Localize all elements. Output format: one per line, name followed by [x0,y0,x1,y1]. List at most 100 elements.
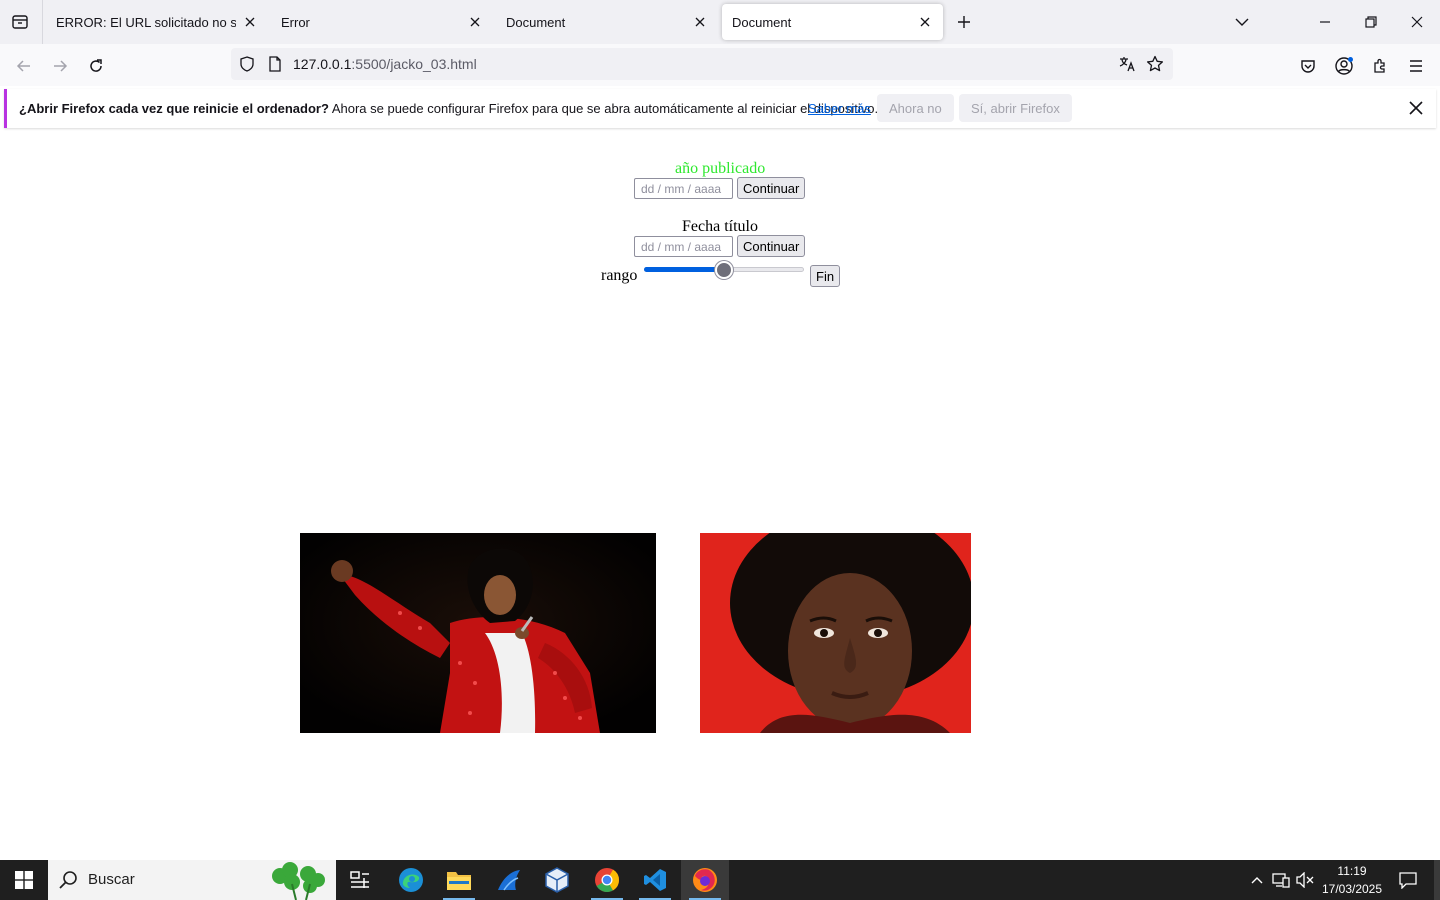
navigation-toolbar: 127.0.0.1:5500/jacko_03.html [0,44,1440,86]
search-placeholder: Buscar [88,871,135,888]
startup-notification-bar: ¿Abrir Firefox cada vez que reinicie el … [4,89,1436,128]
tab-title: Document [506,14,566,30]
not-now-button[interactable]: Ahora no [877,94,954,122]
arrow-right-icon [54,60,68,72]
photo-young-portrait [700,533,971,733]
range-label: rango [601,267,638,284]
published-date-input[interactable]: dd / mm / aaaa [634,178,733,199]
tab-close-icon[interactable] [467,14,483,30]
tab-title: Document [732,14,792,30]
fin-button[interactable]: Fin [810,265,841,287]
close-notification-icon[interactable] [1405,97,1427,119]
restore-icon [1365,16,1377,28]
clock-date: 17/03/2025 [1321,882,1383,896]
url-text[interactable]: 127.0.0.1:5500/jacko_03.html [293,56,477,72]
range-fill [644,267,724,272]
title-date-label: Fecha título [682,218,758,235]
volume-muted-icon [1296,872,1314,888]
edge-icon [399,868,423,892]
tab-document-active[interactable]: Document [722,4,943,40]
tab-error[interactable]: Error [271,4,493,40]
forward-button[interactable] [46,52,74,80]
extensions-button[interactable] [1366,52,1394,80]
show-desktop-button[interactable] [1434,860,1440,900]
tab-separator [42,0,43,44]
vscode-app-button[interactable] [631,860,679,900]
start-button[interactable] [0,860,48,900]
system-clock[interactable]: 11:19 17/03/2025 [1316,862,1388,898]
tab-bar: ERROR: El URL solicitado no se ha podido… [0,0,1440,44]
tab-close-icon[interactable] [917,14,933,30]
firefox-view-icon [12,15,28,29]
pocket-icon [1301,60,1315,73]
url-host: 127.0.0.1 [293,56,352,72]
close-window-button[interactable] [1403,8,1431,36]
sharp-icon [498,870,520,891]
range-thumb[interactable] [715,261,733,279]
volume-button[interactable] [1294,860,1316,900]
pocket-button[interactable] [1294,52,1322,80]
photo-performer [300,533,656,733]
virtualbox-app-button[interactable] [533,860,581,900]
learn-more-link[interactable]: Saber más [808,101,871,116]
chrome-icon [595,868,619,893]
page-icon[interactable] [265,54,285,74]
virtualbox-icon [545,867,569,893]
network-icon [1272,873,1290,888]
search-icon [59,871,77,889]
file-explorer-icon [447,872,471,890]
task-view-button[interactable] [336,860,384,900]
open-firefox-button[interactable]: Sí, abrir Firefox [959,94,1072,122]
taskbar-search[interactable]: Buscar [48,860,336,900]
clover-decoration-icon [272,862,325,900]
notification-message: ¿Abrir Firefox cada vez que reinicie el … [19,101,878,116]
puzzle-icon [1374,58,1385,73]
tab-title: Error [281,14,310,30]
range-slider[interactable] [644,260,804,280]
chrome-app-button[interactable] [583,860,631,900]
list-all-tabs-button[interactable] [1228,8,1256,36]
notification-question: ¿Abrir Firefox cada vez que reinicie el … [19,101,329,116]
notification-text: Ahora se puede configurar Firefox para q… [328,101,879,116]
firefox-view-button[interactable] [8,10,32,34]
tab-document[interactable]: Document [496,4,718,40]
network-button[interactable] [1270,860,1292,900]
action-center-button[interactable] [1394,860,1422,900]
new-tab-button[interactable] [952,10,976,34]
tab-close-icon[interactable] [692,14,708,30]
firefox-app-button[interactable] [681,860,729,900]
chevron-down-icon [1235,18,1249,26]
tab-close-icon[interactable] [242,14,258,30]
continue-button-1[interactable]: Continuar [737,177,806,199]
published-year-label: año publicado [675,160,766,177]
menu-button[interactable] [1402,52,1430,80]
minimize-icon [1320,21,1330,23]
back-button[interactable] [10,52,38,80]
firefox-icon [693,868,717,892]
account-icon [1335,57,1353,75]
tab-error-url[interactable]: ERROR: El URL solicitado no se ha podido… [46,4,268,40]
shield-icon[interactable] [237,54,257,74]
reload-button[interactable] [82,52,110,80]
clock-time: 11:19 [1337,864,1367,878]
url-bar[interactable]: 127.0.0.1:5500/jacko_03.html [231,48,1173,80]
notification-icon [1399,872,1417,889]
edge-app-button[interactable] [387,860,435,900]
hamburger-icon [1410,60,1422,72]
title-date-input[interactable]: dd / mm / aaaa [634,236,733,257]
show-hidden-icons-button[interactable] [1246,860,1268,900]
translate-icon[interactable] [1117,54,1137,74]
close-icon [1411,16,1423,28]
vscode-icon [644,869,666,891]
minimize-button[interactable] [1311,8,1339,36]
file-explorer-button[interactable] [435,860,483,900]
sharp-app-button[interactable] [485,860,533,900]
url-path: :5500/jacko_03.html [351,56,477,72]
bookmark-star-icon[interactable] [1145,54,1165,74]
chevron-up-icon [1251,877,1263,884]
restore-button[interactable] [1357,8,1385,36]
continue-button-2[interactable]: Continuar [737,235,806,257]
task-view-icon [350,871,369,888]
account-button[interactable] [1330,52,1358,80]
arrow-left-icon [16,60,30,72]
